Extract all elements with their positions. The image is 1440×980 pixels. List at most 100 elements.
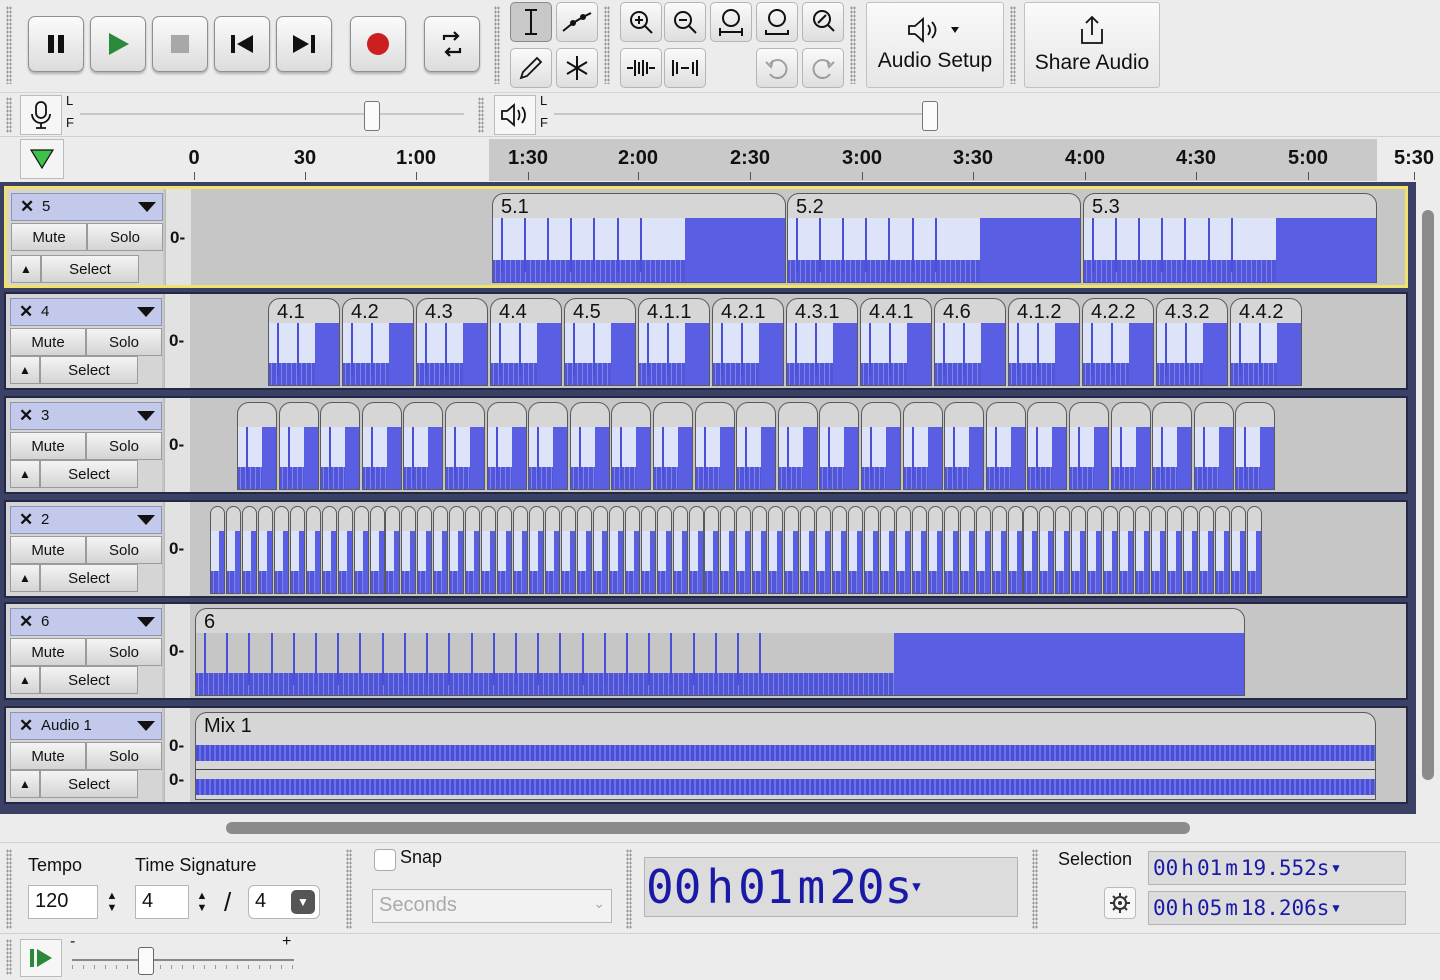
multi-tool-button[interactable] xyxy=(556,48,598,88)
audio-clip[interactable] xyxy=(1135,506,1151,594)
collapse-track-button[interactable]: ▲ xyxy=(10,356,40,384)
record-volume-slider[interactable] xyxy=(364,101,380,131)
audio-clip[interactable] xyxy=(445,402,485,490)
audio-clip[interactable] xyxy=(819,402,860,490)
audio-clip[interactable] xyxy=(1023,506,1039,594)
audio-clip[interactable] xyxy=(576,506,592,594)
toolbar-grip[interactable] xyxy=(604,6,610,84)
audio-clip[interactable] xyxy=(1103,506,1119,594)
track-waveform-lane[interactable]: Mix 1 xyxy=(192,708,1406,802)
audio-clip[interactable] xyxy=(1069,402,1109,490)
audio-clip[interactable] xyxy=(1246,506,1262,594)
collapse-track-button[interactable]: ▲ xyxy=(10,770,40,798)
audio-clip[interactable] xyxy=(1193,402,1234,490)
audio-clip[interactable] xyxy=(1071,506,1087,594)
audio-clip[interactable]: 4.3.2 xyxy=(1156,298,1228,386)
audio-clip[interactable] xyxy=(959,506,975,594)
selection-start-field[interactable]: 00 h 01 m 19.552 s ▼ xyxy=(1148,851,1406,885)
audio-clip[interactable] xyxy=(752,506,768,594)
horizontal-scrollbar-thumb[interactable] xyxy=(226,822,1190,834)
audio-clip[interactable] xyxy=(688,506,704,594)
audio-clip[interactable]: 5.1 xyxy=(492,193,786,283)
audio-clip[interactable] xyxy=(777,402,818,490)
audio-clip[interactable] xyxy=(975,506,991,594)
skip-to-end-button[interactable] xyxy=(276,16,332,72)
audio-clip[interactable]: 4.1.2 xyxy=(1008,298,1080,386)
mute-button[interactable]: Mute xyxy=(10,432,86,460)
audio-clip[interactable]: 6 xyxy=(195,608,1245,696)
audio-clip[interactable]: 4.6 xyxy=(934,298,1006,386)
audio-clip[interactable] xyxy=(237,402,277,490)
silence-audio-button[interactable] xyxy=(664,48,706,88)
select-track-button[interactable]: Select xyxy=(40,770,138,798)
audio-clip[interactable] xyxy=(863,506,879,594)
audio-clip[interactable] xyxy=(861,402,901,490)
audio-clip[interactable] xyxy=(560,506,576,594)
audio-clip[interactable] xyxy=(640,506,656,594)
toolbar-grip[interactable] xyxy=(6,939,12,975)
snap-checkbox[interactable] xyxy=(374,849,396,871)
pause-button[interactable] xyxy=(28,16,84,72)
audio-clip[interactable] xyxy=(569,402,610,490)
play-head-button[interactable] xyxy=(20,139,64,179)
audio-clip[interactable] xyxy=(653,402,693,490)
track-menu-dropdown-icon[interactable] xyxy=(137,617,155,627)
audio-clip[interactable] xyxy=(241,506,257,594)
chevron-down-icon[interactable]: ▼ xyxy=(1332,861,1339,875)
audio-clip[interactable] xyxy=(449,506,465,594)
stop-button[interactable] xyxy=(152,16,208,72)
toolbar-grip[interactable] xyxy=(346,849,352,929)
vertical-scrollbar[interactable] xyxy=(1416,182,1440,814)
track-waveform-lane[interactable] xyxy=(192,502,1406,596)
playback-meter-button[interactable] xyxy=(494,95,536,135)
collapse-track-button[interactable]: ▲ xyxy=(10,666,40,694)
select-track-button[interactable]: Select xyxy=(40,666,138,694)
close-track-button[interactable]: ✕ xyxy=(19,612,33,632)
solo-button[interactable]: Solo xyxy=(86,536,162,564)
audio-clip[interactable] xyxy=(385,506,401,594)
track-menu-dropdown-icon[interactable] xyxy=(137,411,155,421)
zoom-out-button[interactable] xyxy=(664,2,706,42)
zoom-toggle-button[interactable] xyxy=(802,2,844,42)
numerator-stepper[interactable]: ▲ ▼ xyxy=(192,885,212,919)
track-waveform-lane[interactable] xyxy=(192,398,1406,492)
close-track-button[interactable]: ✕ xyxy=(19,510,33,530)
audio-clip[interactable] xyxy=(902,402,943,490)
audio-clip[interactable] xyxy=(991,506,1007,594)
solo-button[interactable]: Solo xyxy=(86,432,162,460)
audio-clip[interactable] xyxy=(879,506,895,594)
audio-clip[interactable] xyxy=(321,506,337,594)
toolbar-grip[interactable] xyxy=(1032,849,1038,929)
audio-clip[interactable] xyxy=(736,506,752,594)
audio-clip[interactable] xyxy=(911,506,927,594)
fit-project-button[interactable] xyxy=(756,2,798,42)
solo-button[interactable]: Solo xyxy=(86,638,162,666)
audio-clip[interactable] xyxy=(465,506,481,594)
audio-clip[interactable] xyxy=(720,506,736,594)
audio-clip[interactable] xyxy=(528,402,569,490)
tempo-stepper[interactable]: ▲ ▼ xyxy=(102,885,122,919)
audio-setup-button[interactable]: Audio Setup xyxy=(866,2,1004,88)
audio-clip[interactable]: 4.2.1 xyxy=(712,298,784,386)
toolbar-grip[interactable] xyxy=(626,849,632,929)
toolbar-grip[interactable] xyxy=(6,6,12,84)
track-menu-dropdown-icon[interactable] xyxy=(137,721,155,731)
toolbar-grip[interactable] xyxy=(850,6,856,84)
audio-clip[interactable] xyxy=(768,506,784,594)
audio-clip[interactable]: 4.1.1 xyxy=(638,298,710,386)
collapse-track-button[interactable]: ▲ xyxy=(11,255,41,283)
audio-clip[interactable] xyxy=(694,402,735,490)
timeline-ruler[interactable]: 0 30 1:00 1:30 2:00 2:30 3:00 3:30 4:00 4:30 5:00 5… xyxy=(0,136,1440,182)
selection-end-field[interactable]: 00 h 05 m 18.206 s ▼ xyxy=(1148,891,1406,925)
select-track-button[interactable]: Select xyxy=(40,460,138,488)
time-signature-numerator[interactable]: 4 xyxy=(135,885,189,919)
speed-slider-thumb[interactable] xyxy=(138,947,154,975)
audio-clip[interactable] xyxy=(1039,506,1055,594)
skip-to-start-button[interactable] xyxy=(214,16,270,72)
audio-clip[interactable] xyxy=(1087,506,1103,594)
audio-clip[interactable] xyxy=(848,506,863,594)
audio-clip[interactable] xyxy=(1027,402,1068,490)
collapse-track-button[interactable]: ▲ xyxy=(10,564,40,592)
audio-clip[interactable] xyxy=(1152,402,1193,490)
audio-clip[interactable] xyxy=(736,402,777,490)
